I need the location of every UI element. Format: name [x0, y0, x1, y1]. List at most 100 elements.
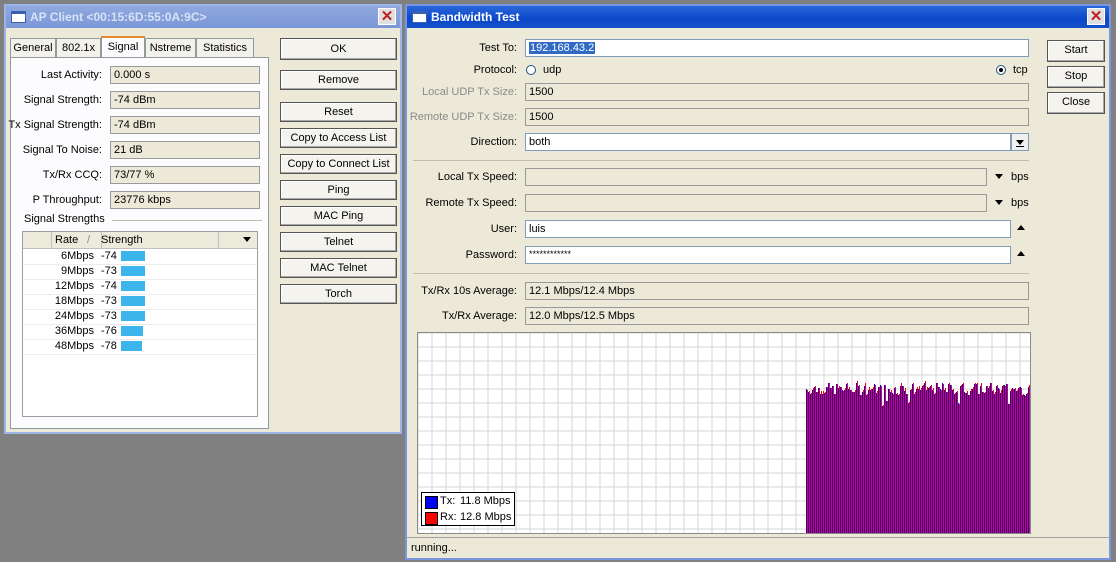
- user-input[interactable]: luis: [525, 220, 1011, 238]
- mac-telnet-button[interactable]: MAC Telnet: [280, 258, 397, 278]
- field-value: -74 dBm: [110, 116, 260, 134]
- rx-bar: [807, 390, 808, 533]
- status-text: running...: [411, 542, 457, 554]
- col-rate-header[interactable]: Rate /: [51, 232, 102, 248]
- tx-bar: [940, 389, 941, 533]
- bandwidth-test-title: Bandwidth Test: [431, 10, 520, 24]
- tab-nstreme[interactable]: Nstreme: [145, 38, 196, 57]
- rx-bar: [825, 392, 826, 533]
- tx-bar: [874, 384, 875, 533]
- field-label: Last Activity:: [40, 69, 102, 81]
- table-row[interactable]: 12Mbps -74: [23, 279, 257, 295]
- start-button[interactable]: Start: [1047, 40, 1105, 62]
- close-icon[interactable]: ✕: [378, 8, 396, 25]
- tx-bar: [838, 388, 839, 533]
- rx-bar: [903, 386, 904, 533]
- rx-bar: [979, 394, 980, 533]
- rx-bar: [945, 388, 946, 533]
- password-collapse-icon[interactable]: [1017, 251, 1025, 256]
- close-button[interactable]: Close: [1047, 92, 1105, 114]
- tx-bar: [894, 388, 895, 533]
- copy-to-access-list-button[interactable]: Copy to Access List: [280, 128, 397, 148]
- table-row[interactable]: 6Mbps -74: [23, 249, 257, 265]
- tx-bar: [924, 383, 925, 533]
- tx-bar: [870, 390, 871, 533]
- rx-bar: [821, 391, 822, 533]
- tx-bar: [948, 384, 949, 533]
- table-row[interactable]: 24Mbps -73: [23, 309, 257, 325]
- ok-button[interactable]: OK: [280, 38, 397, 60]
- column-menu-button[interactable]: [237, 234, 257, 246]
- tx-bar: [964, 392, 965, 533]
- protocol-udp-radio[interactable]: [526, 65, 536, 75]
- rx-bar: [1007, 384, 1008, 533]
- avg10-field: 12.1 Mbps/12.4 Mbps: [525, 282, 1029, 300]
- bandwidth-test-titlebar[interactable]: Bandwidth Test ✕: [407, 6, 1109, 28]
- remote-tx-speed-dropdown-icon[interactable]: [995, 200, 1003, 205]
- local-tx-speed-field[interactable]: [525, 168, 987, 186]
- password-input[interactable]: ************: [525, 246, 1011, 264]
- torch-button[interactable]: Torch: [280, 284, 397, 304]
- tx-bar: [888, 389, 889, 533]
- tab-general[interactable]: General: [10, 38, 56, 57]
- test-to-input[interactable]: 192.168.43.2: [525, 39, 1029, 57]
- rx-bar: [835, 394, 836, 533]
- remote-tx-speed-field[interactable]: [525, 194, 987, 212]
- rx-bar: [911, 389, 912, 533]
- ping-button[interactable]: Ping: [280, 180, 397, 200]
- copy-to-connect-list-button[interactable]: Copy to Connect List: [280, 154, 397, 174]
- tx-bar: [880, 385, 881, 533]
- field-value: 23776 kbps: [110, 191, 260, 209]
- local-tx-speed-dropdown-icon[interactable]: [995, 174, 1003, 179]
- rx-bar: [817, 392, 818, 533]
- table-row[interactable]: 9Mbps -73: [23, 264, 257, 280]
- direction-select[interactable]: both: [525, 133, 1011, 151]
- tx-bar: [960, 386, 961, 533]
- direction-dropdown-button[interactable]: [1011, 133, 1029, 151]
- rx-bar: [891, 390, 892, 533]
- tab-statistics[interactable]: Statistics: [196, 38, 254, 57]
- rx-bar: [949, 383, 950, 533]
- rx-bar: [939, 387, 940, 533]
- mac-ping-button[interactable]: MAC Ping: [280, 206, 397, 226]
- rx-bar: [955, 393, 956, 533]
- tab-signal[interactable]: Signal: [101, 36, 145, 58]
- strength-bar: [121, 296, 145, 306]
- tx-bar: [912, 384, 913, 533]
- table-row[interactable]: 48Mbps -78: [23, 339, 257, 355]
- stop-button[interactable]: Stop: [1047, 66, 1105, 88]
- table-row[interactable]: 36Mbps -76: [23, 324, 257, 340]
- user-collapse-icon[interactable]: [1017, 225, 1025, 230]
- col-strength-header[interactable]: Strength: [98, 232, 219, 248]
- tx-bar: [906, 394, 907, 533]
- rx-bar: [971, 389, 972, 533]
- tab-802-1x[interactable]: 802.1x: [56, 38, 101, 57]
- tx-bar: [806, 389, 807, 533]
- legend-tx-value: 11.8 Mbps: [460, 495, 511, 507]
- tx-bar: [1026, 394, 1027, 533]
- reset-button[interactable]: Reset: [280, 102, 397, 122]
- rx-bar: [815, 386, 816, 533]
- strength-cell: -78: [101, 340, 117, 352]
- tx-bar: [1024, 395, 1025, 533]
- tx-bar: [902, 386, 903, 533]
- tx-bar: [826, 387, 827, 533]
- protocol-tcp-radio[interactable]: [996, 65, 1006, 75]
- tx-bar: [956, 392, 957, 533]
- rx-bar: [889, 389, 890, 533]
- table-row[interactable]: 18Mbps -73: [23, 294, 257, 310]
- tx-bar: [890, 392, 891, 533]
- tx-bar: [962, 384, 963, 533]
- telnet-button[interactable]: Telnet: [280, 232, 397, 252]
- rate-cell: 36Mbps: [54, 325, 94, 337]
- strength-cell: -73: [101, 265, 117, 277]
- strength-cell: -74: [101, 250, 117, 262]
- close-icon[interactable]: ✕: [1087, 8, 1105, 25]
- tx-bar: [988, 388, 989, 533]
- ap-client-titlebar[interactable]: AP Client <00:15:6D:55:0A:9C> ✕: [6, 6, 400, 28]
- rx-bar: [933, 388, 934, 533]
- remove-button[interactable]: Remove: [280, 70, 397, 90]
- rx-bar: [899, 394, 900, 533]
- rx-bar: [823, 391, 824, 533]
- tx-bar: [818, 388, 819, 533]
